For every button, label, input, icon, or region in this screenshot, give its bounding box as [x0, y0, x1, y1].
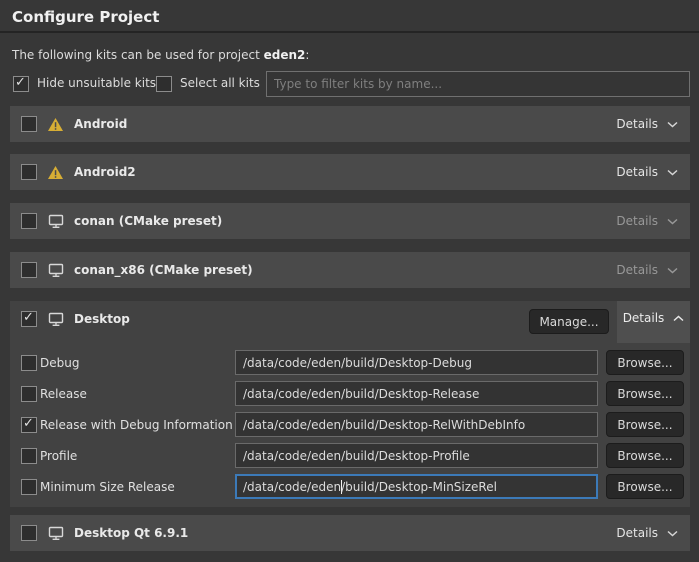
details-button: Details [616, 214, 678, 228]
desktop-icon [47, 262, 64, 278]
details-label: Details [616, 214, 658, 228]
select-all-kits-label[interactable]: Select all kits [180, 76, 260, 90]
chevron-down-icon [667, 530, 678, 537]
kit-name: conan (CMake preset) [74, 214, 222, 228]
kit-section-desktop: Details Desktop Manage... Debug Browse..… [10, 301, 690, 507]
chevron-down-icon [667, 218, 678, 225]
chevron-down-icon [667, 169, 678, 176]
kit-name: Desktop Qt 6.9.1 [74, 526, 188, 540]
select-all-kits-checkbox[interactable] [156, 76, 172, 92]
kit-checkbox[interactable] [21, 213, 37, 229]
details-button[interactable]: Details [616, 526, 678, 540]
kit-row-android[interactable]: Android Details [10, 106, 690, 142]
browse-button[interactable]: Browse... [606, 350, 684, 375]
config-checkbox-debug[interactable] [21, 355, 37, 371]
details-label: Details [616, 165, 658, 179]
manage-kits-button[interactable]: Manage... [529, 309, 609, 334]
build-dir-input-profile[interactable] [235, 443, 598, 468]
config-label: Profile [40, 449, 77, 463]
config-label: Release [40, 387, 87, 401]
config-label: Minimum Size Release [40, 480, 175, 494]
kit-row-conan[interactable]: conan (CMake preset) Details [10, 203, 690, 239]
kit-name: Android [74, 117, 127, 131]
kit-checkbox[interactable] [21, 164, 37, 180]
kit-name: Desktop [74, 312, 130, 326]
title-divider [0, 31, 699, 33]
details-label: Details [616, 117, 658, 131]
config-label: Release with Debug Information [40, 418, 233, 432]
config-label: Debug [40, 356, 79, 370]
chevron-down-icon [667, 121, 678, 128]
details-button[interactable]: Details [616, 117, 678, 131]
chevron-down-icon [667, 267, 678, 274]
details-label: Details [616, 263, 658, 277]
details-button[interactable]: Details [616, 165, 678, 179]
desktop-icon [47, 311, 64, 327]
config-checkbox-relwithdebinfo[interactable] [21, 417, 37, 433]
kit-checkbox[interactable] [21, 116, 37, 132]
config-checkbox-profile[interactable] [21, 448, 37, 464]
hide-unsuitable-kits-checkbox[interactable] [13, 76, 29, 92]
path-after-caret: /build/Desktop-MinSizeRel [341, 480, 497, 494]
hide-unsuitable-kits-label[interactable]: Hide unsuitable kits [37, 76, 156, 90]
configure-project-page: Configure Project The following kits can… [0, 0, 699, 562]
kit-name: conan_x86 (CMake preset) [74, 263, 253, 277]
warning-icon [47, 164, 64, 180]
kit-row-desktop-qt[interactable]: Desktop Qt 6.9.1 Details [10, 515, 690, 551]
config-checkbox-release[interactable] [21, 386, 37, 402]
kit-row-android2[interactable]: Android2 Details [10, 154, 690, 190]
page-title: Configure Project [12, 8, 159, 26]
kits-hint-text: The following kits can be used for proje… [12, 48, 309, 62]
project-name: eden2 [264, 48, 306, 62]
browse-button[interactable]: Browse... [606, 443, 684, 468]
build-dir-input-release[interactable] [235, 381, 598, 406]
kits-hint-suffix: : [305, 48, 309, 62]
kit-row-conan-x86[interactable]: conan_x86 (CMake preset) Details [10, 252, 690, 288]
build-dir-input-debug[interactable] [235, 350, 598, 375]
browse-button[interactable]: Browse... [606, 474, 684, 499]
config-checkbox-minsizerel[interactable] [21, 479, 37, 495]
browse-button[interactable]: Browse... [606, 412, 684, 437]
kit-name: Android2 [74, 165, 136, 179]
details-label: Details [616, 526, 658, 540]
desktop-icon [47, 213, 64, 229]
build-dir-input-minsizerel[interactable]: /data/code/eden/build/Desktop-MinSizeRel [235, 474, 598, 499]
kit-checkbox[interactable] [21, 262, 37, 278]
warning-icon [47, 116, 64, 132]
desktop-icon [47, 525, 64, 541]
kit-filter-input[interactable] [266, 71, 690, 97]
kit-checkbox[interactable] [21, 311, 37, 327]
build-dir-input-relwithdebinfo[interactable] [235, 412, 598, 437]
kits-hint-prefix: The following kits can be used for proje… [12, 48, 264, 62]
kit-checkbox[interactable] [21, 525, 37, 541]
browse-button[interactable]: Browse... [606, 381, 684, 406]
path-before-caret: /data/code/eden [243, 480, 341, 494]
details-button: Details [616, 263, 678, 277]
